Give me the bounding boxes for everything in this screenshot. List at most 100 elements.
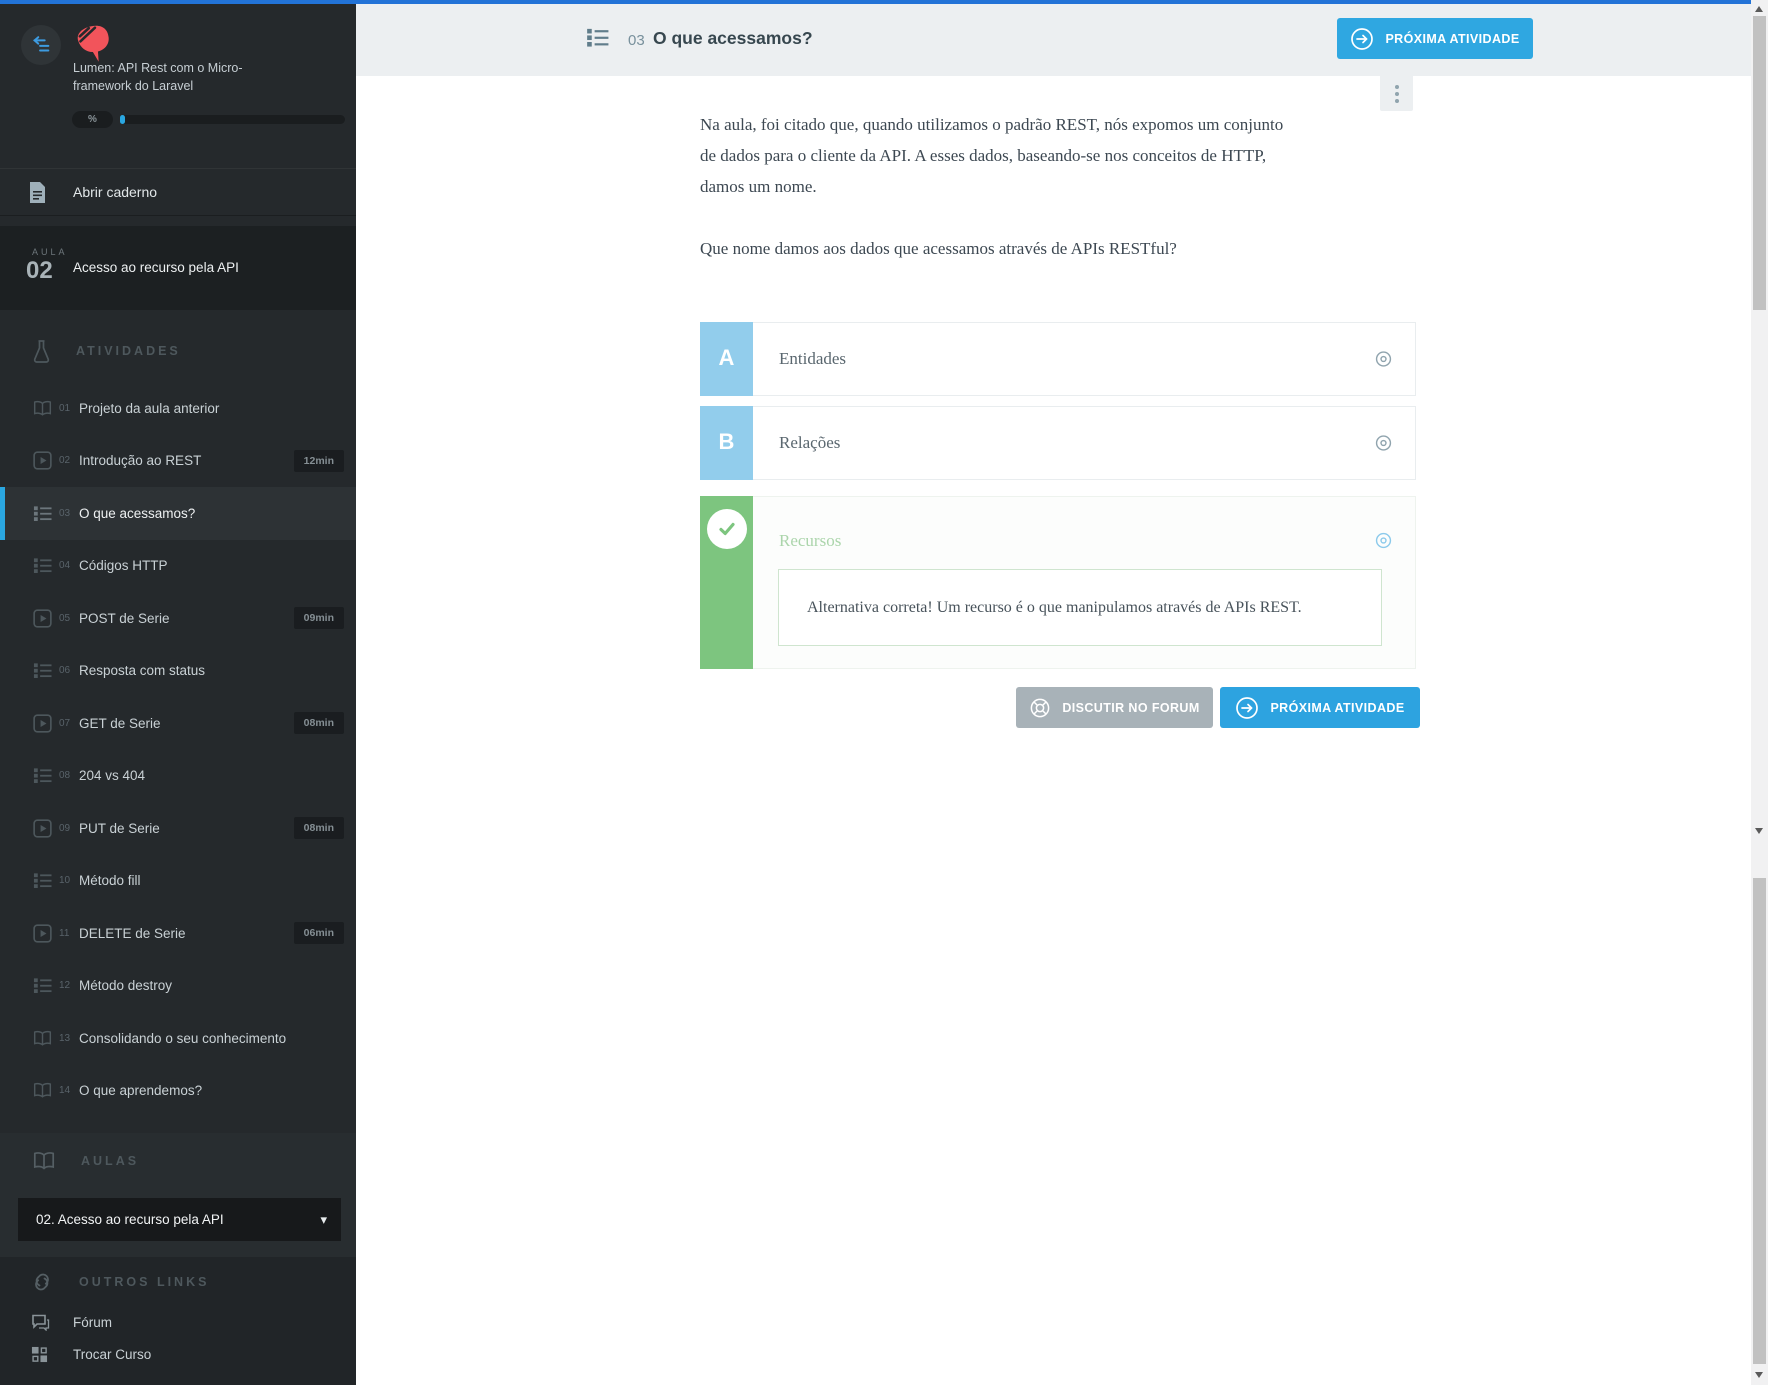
activity-type-list-icon (586, 26, 609, 54)
lifebuoy-icon (1029, 697, 1051, 719)
activities-header-label: ATIVIDADES (76, 344, 181, 358)
aulas-header-label: AULAS (81, 1154, 140, 1168)
activity-item-03-selected[interactable]: 03 O que acessamos? (0, 487, 356, 540)
duration-badge: 12min (293, 449, 344, 472)
scrollbar-rail[interactable] (1751, 0, 1768, 1385)
activities-section-header: ATIVIDADES (0, 336, 356, 366)
open-book-icon (33, 1151, 55, 1171)
open-notebook-button[interactable]: Abrir caderno (0, 168, 356, 216)
option-a[interactable]: A Entidades (700, 322, 1416, 396)
current-lesson-banner: AULA 02 Acesso ao recurso pela API (0, 226, 356, 310)
scrollbar-thumb[interactable] (1753, 878, 1766, 1364)
quiz-list-icon (33, 766, 52, 785)
activity-header: 03 O que acessamos? PRÓXIMA ATIVIDADE (356, 4, 1751, 76)
question-prompt: Que nome damos aos dados que acessamos a… (700, 239, 1177, 258)
option-a-text: Entidades (779, 349, 847, 368)
other-links-header-label: OUTROS LINKS (79, 1275, 210, 1289)
open-notebook-label: Abrir caderno (73, 184, 158, 200)
check-icon (706, 509, 747, 549)
footer-actions: DISCUTIR NO FORUM PRÓXIMA ATIVIDADE (1016, 687, 1420, 728)
collapse-sidebar-button[interactable] (21, 25, 61, 65)
activity-item-08[interactable]: 08 204 vs 404 (0, 750, 356, 803)
activity-number: 03 (628, 32, 645, 49)
option-b[interactable]: B Relações (700, 406, 1416, 480)
activity-item-09[interactable]: 09 PUT de Serie 08min (0, 802, 356, 855)
activity-item-10[interactable]: 10 Método fill (0, 855, 356, 908)
flask-icon (33, 339, 50, 364)
forum-icon (31, 1314, 51, 1331)
option-correct-text: Recursos (779, 531, 842, 550)
apps-grid-icon (31, 1346, 51, 1363)
scroll-down-arrow[interactable] (1755, 828, 1763, 834)
lesson-select-dropdown[interactable]: 02. Acesso ao recurso pela API ▾ (18, 1198, 341, 1241)
circle-arrow-right-icon (1350, 27, 1374, 51)
activity-item-14[interactable]: 14 O que aprendemos? (0, 1065, 356, 1118)
course-title: Lumen: API Rest com o Micro-framework do… (73, 61, 243, 93)
lesson-number: 02 (26, 257, 53, 284)
question-block: Na aula, foi citado que, quando utilizam… (700, 109, 1300, 264)
book-icon (33, 1082, 52, 1099)
course-progress-bar (120, 115, 345, 124)
duration-badge: 08min (293, 817, 344, 840)
activity-item-02[interactable]: 02 Introdução ao REST 12min (0, 435, 356, 488)
eye-icon[interactable] (1374, 531, 1393, 550)
option-b-text: Relações (779, 433, 841, 452)
option-b-letter: B (700, 406, 753, 480)
lesson-select-value: 02. Acesso ao recurso pela API (36, 1212, 224, 1227)
duration-badge: 08min (293, 712, 344, 735)
activity-item-04[interactable]: 04 Códigos HTTP (0, 540, 356, 593)
scrollbar-thumb[interactable] (1753, 16, 1766, 310)
switch-course-label: Trocar Curso (73, 1346, 152, 1362)
scroll-up-arrow[interactable] (1755, 6, 1763, 12)
course-player: Lumen: API Rest com o Micro-framework do… (0, 0, 1768, 1385)
activity-title: O que acessamos? (653, 28, 813, 48)
aulas-section: AULAS 02. Acesso ao recurso pela API ▾ (0, 1133, 356, 1257)
lesson-title: Acesso ao recurso pela API (73, 260, 239, 275)
lesson-label: AULA (32, 247, 68, 257)
option-correct[interactable]: Recursos Alternativa correta! Um recurso… (700, 496, 1416, 669)
activity-item-07[interactable]: 07 GET de Serie 08min (0, 697, 356, 750)
question-paragraph: Na aula, foi citado que, quando utilizam… (700, 115, 1284, 196)
eye-icon[interactable] (1374, 350, 1393, 369)
activity-options-menu[interactable] (1380, 76, 1413, 111)
notebook-icon (29, 181, 46, 203)
activity-item-12[interactable]: 12 Método destroy (0, 960, 356, 1013)
video-icon (33, 819, 52, 838)
next-activity-button-top[interactable]: PRÓXIMA ATIVIDADE (1337, 18, 1533, 59)
video-icon (33, 714, 52, 733)
forum-label: Fórum (73, 1314, 113, 1330)
book-icon (33, 400, 52, 417)
links-icon (31, 1271, 53, 1293)
activity-item-06[interactable]: 06 Resposta com status (0, 645, 356, 698)
activity-item-13[interactable]: 13 Consolidando o seu conhecimento (0, 1012, 356, 1065)
video-icon (33, 609, 52, 628)
option-a-letter: A (700, 322, 753, 396)
quiz-list-icon (33, 976, 52, 995)
other-links-header: OUTROS LINKS (31, 1271, 209, 1293)
sidebar: Lumen: API Rest com o Micro-framework do… (0, 0, 356, 1385)
quiz-list-icon (33, 661, 52, 680)
next-activity-button-bottom[interactable]: PRÓXIMA ATIVIDADE (1220, 687, 1420, 728)
duration-badge: 09min (293, 607, 344, 630)
eye-icon[interactable] (1374, 434, 1393, 453)
activity-item-11[interactable]: 11 DELETE de Serie 06min (0, 907, 356, 960)
other-links-section: OUTROS LINKS Fórum Trocar Curso (0, 1257, 356, 1385)
top-accent-bar (0, 0, 1751, 4)
scroll-down-arrow[interactable] (1755, 1372, 1763, 1378)
discuss-forum-button[interactable]: DISCUTIR NO FORUM (1016, 687, 1213, 728)
activity-item-01[interactable]: 01 Projeto da aula anterior (0, 382, 356, 435)
chevron-down-icon: ▾ (320, 1211, 327, 1227)
book-icon (33, 1030, 52, 1047)
duration-badge: 06min (293, 922, 344, 945)
quiz-list-icon (33, 556, 52, 575)
option-correct-marker (700, 496, 753, 669)
activity-item-05[interactable]: 05 POST de Serie 09min (0, 592, 356, 645)
answer-feedback-text: Alternativa correta! Um recurso é o que … (807, 598, 1302, 616)
answer-options: A Entidades B Relações Recursos Alternat… (700, 322, 1416, 669)
activities-list: 01 Projeto da aula anterior 02 Introduçã… (0, 382, 356, 1117)
switch-course-link[interactable]: Trocar Curso (0, 1339, 356, 1369)
forum-link[interactable]: Fórum (0, 1307, 356, 1337)
quiz-list-icon (33, 871, 52, 890)
circle-arrow-right-icon (1235, 696, 1259, 720)
progress-percent-badge: % (72, 111, 113, 128)
